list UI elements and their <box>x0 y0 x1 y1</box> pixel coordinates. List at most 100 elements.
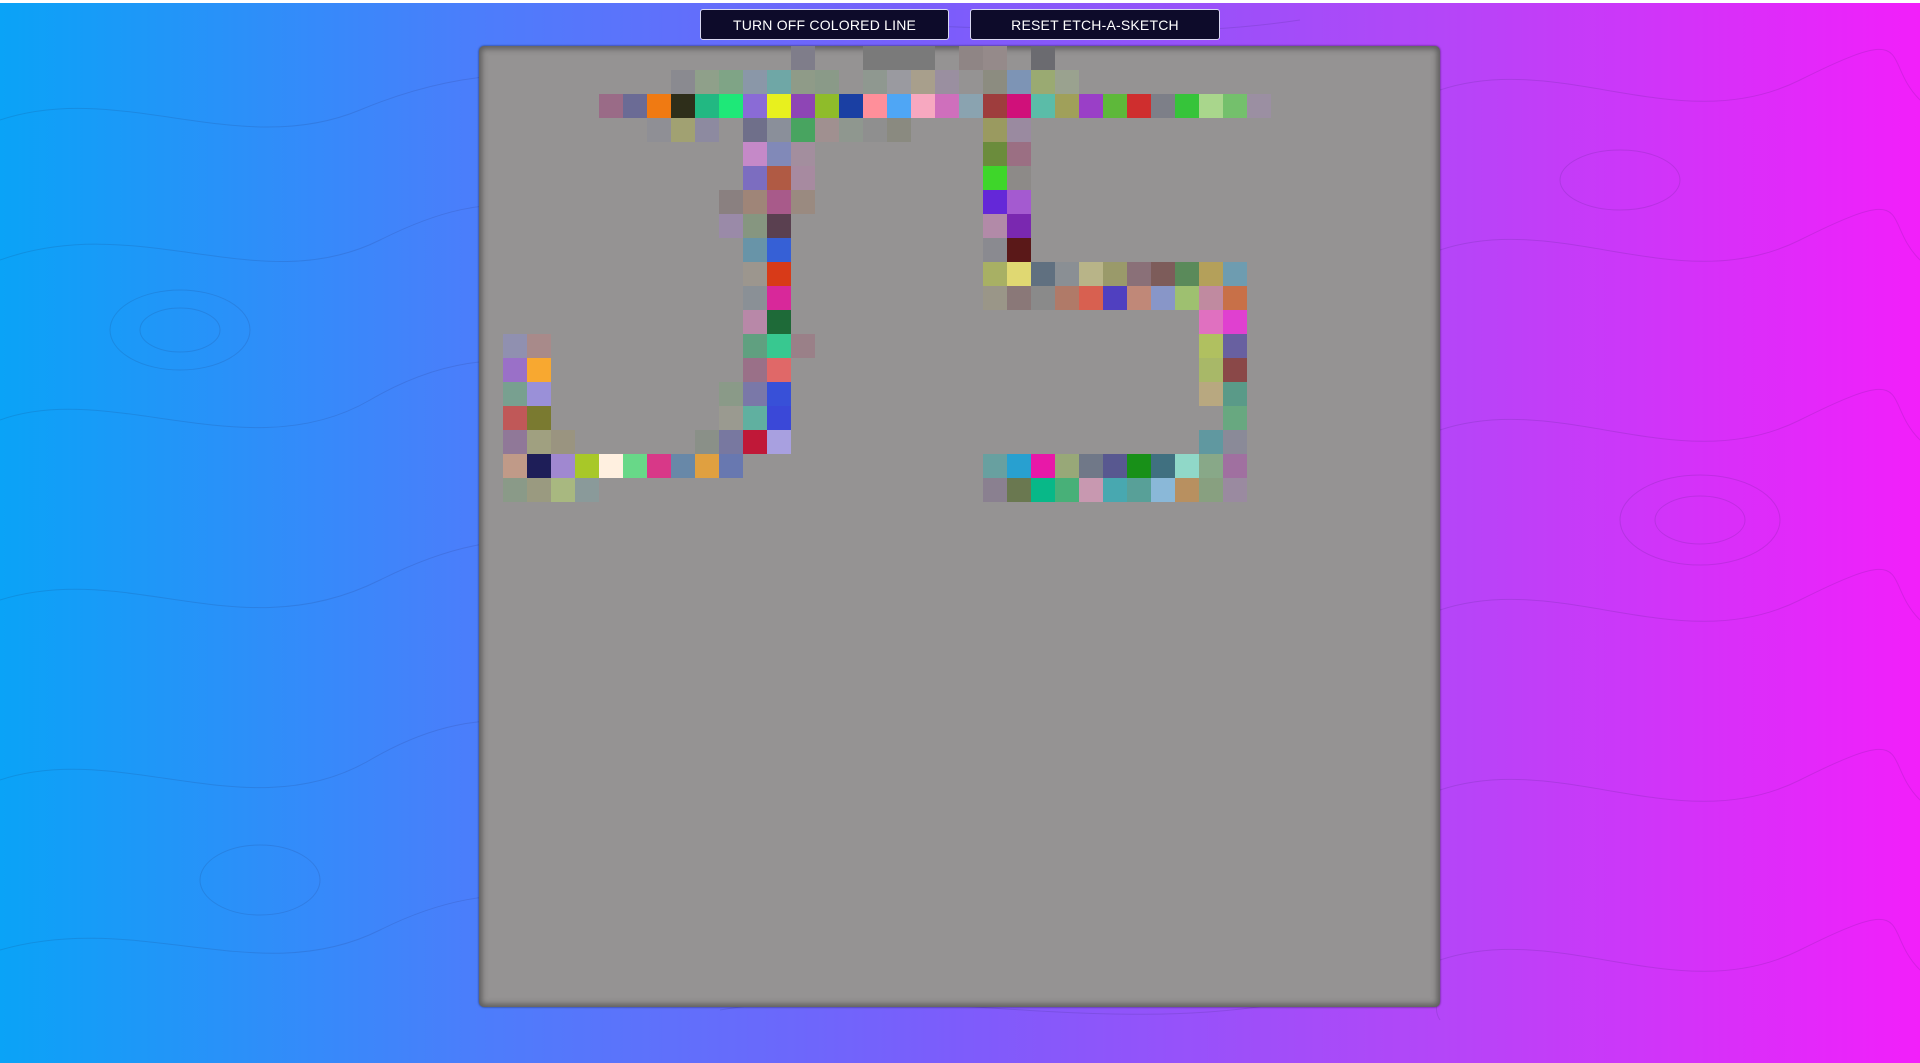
sketch-cell[interactable] <box>719 382 743 406</box>
sketch-cell[interactable] <box>1223 406 1247 430</box>
sketch-cell[interactable] <box>1031 94 1055 118</box>
sketch-cell[interactable] <box>1151 94 1175 118</box>
sketch-cell[interactable] <box>1223 478 1247 502</box>
sketch-cell[interactable] <box>1199 262 1223 286</box>
sketch-cell[interactable] <box>743 382 767 406</box>
sketch-cell[interactable] <box>647 94 671 118</box>
sketch-cell[interactable] <box>911 70 935 94</box>
sketch-cell[interactable] <box>503 454 527 478</box>
sketch-cell[interactable] <box>1031 454 1055 478</box>
reset-etch-a-sketch-button[interactable]: RESET ETCH-A-SKETCH <box>970 9 1220 40</box>
sketch-cell[interactable] <box>1127 286 1151 310</box>
sketch-cell[interactable] <box>1079 478 1103 502</box>
sketch-cell[interactable] <box>1175 262 1199 286</box>
sketch-cell[interactable] <box>1199 94 1223 118</box>
sketch-cell[interactable] <box>983 454 1007 478</box>
sketch-cell[interactable] <box>719 454 743 478</box>
sketch-cell[interactable] <box>695 430 719 454</box>
sketch-cell[interactable] <box>671 118 695 142</box>
sketch-cell[interactable] <box>863 70 887 94</box>
sketch-cell[interactable] <box>983 70 1007 94</box>
sketch-cell[interactable] <box>1223 430 1247 454</box>
sketch-cell[interactable] <box>791 94 815 118</box>
sketch-cell[interactable] <box>983 94 1007 118</box>
sketch-cell[interactable] <box>791 166 815 190</box>
sketch-cell[interactable] <box>1199 382 1223 406</box>
sketch-cell[interactable] <box>1175 94 1199 118</box>
sketch-cell[interactable] <box>791 46 815 70</box>
sketch-cell[interactable] <box>911 46 935 70</box>
sketch-cell[interactable] <box>767 310 791 334</box>
sketch-cell[interactable] <box>1151 454 1175 478</box>
sketch-cell[interactable] <box>1007 454 1031 478</box>
sketch-cell[interactable] <box>1103 478 1127 502</box>
sketch-cell[interactable] <box>551 430 575 454</box>
sketch-cell[interactable] <box>1007 286 1031 310</box>
sketch-cell[interactable] <box>743 262 767 286</box>
sketch-cell[interactable] <box>1199 286 1223 310</box>
sketch-cell[interactable] <box>695 118 719 142</box>
sketch-cell[interactable] <box>887 94 911 118</box>
sketch-cell[interactable] <box>815 70 839 94</box>
sketch-cell[interactable] <box>1175 454 1199 478</box>
sketch-cell[interactable] <box>1031 46 1055 70</box>
sketch-cell[interactable] <box>1007 166 1031 190</box>
sketch-cell[interactable] <box>719 430 743 454</box>
sketch-cell[interactable] <box>743 238 767 262</box>
sketch-cell[interactable] <box>1127 478 1151 502</box>
sketch-cell[interactable] <box>1199 334 1223 358</box>
sketch-cell[interactable] <box>743 118 767 142</box>
sketch-cell[interactable] <box>695 94 719 118</box>
sketch-cell[interactable] <box>767 142 791 166</box>
sketch-cell[interactable] <box>527 454 551 478</box>
sketch-cell[interactable] <box>1079 454 1103 478</box>
sketch-cell[interactable] <box>1223 358 1247 382</box>
sketch-cell[interactable] <box>743 94 767 118</box>
sketch-cell[interactable] <box>527 358 551 382</box>
sketch-cell[interactable] <box>1007 238 1031 262</box>
sketch-cell[interactable] <box>767 238 791 262</box>
sketch-cell[interactable] <box>1247 94 1271 118</box>
sketch-cell[interactable] <box>503 382 527 406</box>
sketch-cell[interactable] <box>503 478 527 502</box>
sketch-cell[interactable] <box>527 478 551 502</box>
sketch-cell[interactable] <box>719 406 743 430</box>
sketch-cell[interactable] <box>1103 94 1127 118</box>
sketch-cell[interactable] <box>1151 262 1175 286</box>
sketch-cell[interactable] <box>767 334 791 358</box>
sketch-cell[interactable] <box>743 406 767 430</box>
sketch-cell[interactable] <box>1127 94 1151 118</box>
sketch-cell[interactable] <box>719 190 743 214</box>
sketch-cell[interactable] <box>959 94 983 118</box>
sketch-cell[interactable] <box>527 406 551 430</box>
sketch-cell[interactable] <box>599 94 623 118</box>
sketch-grid[interactable] <box>479 46 1440 1007</box>
sketch-cell[interactable] <box>1223 382 1247 406</box>
sketch-cell[interactable] <box>815 118 839 142</box>
sketch-cell[interactable] <box>527 430 551 454</box>
sketch-cell[interactable] <box>767 406 791 430</box>
sketch-cell[interactable] <box>767 70 791 94</box>
sketch-cell[interactable] <box>1175 286 1199 310</box>
sketch-cell[interactable] <box>935 94 959 118</box>
sketch-cell[interactable] <box>983 142 1007 166</box>
sketch-cell[interactable] <box>791 334 815 358</box>
sketch-cell[interactable] <box>983 286 1007 310</box>
sketch-cell[interactable] <box>767 430 791 454</box>
sketch-cell[interactable] <box>575 478 599 502</box>
sketch-cell[interactable] <box>1223 94 1247 118</box>
sketch-cell[interactable] <box>791 118 815 142</box>
sketch-cell[interactable] <box>1055 262 1079 286</box>
sketch-cell[interactable] <box>1055 454 1079 478</box>
sketch-cell[interactable] <box>983 478 1007 502</box>
sketch-cell[interactable] <box>1079 262 1103 286</box>
sketch-cell[interactable] <box>1199 454 1223 478</box>
sketch-cell[interactable] <box>719 94 743 118</box>
sketch-cell[interactable] <box>767 190 791 214</box>
sketch-cell[interactable] <box>863 94 887 118</box>
sketch-cell[interactable] <box>671 94 695 118</box>
toggle-colored-line-button[interactable]: TURN OFF COLORED LINE <box>700 9 949 40</box>
sketch-cell[interactable] <box>983 166 1007 190</box>
sketch-cell[interactable] <box>1079 94 1103 118</box>
sketch-cell[interactable] <box>1031 478 1055 502</box>
